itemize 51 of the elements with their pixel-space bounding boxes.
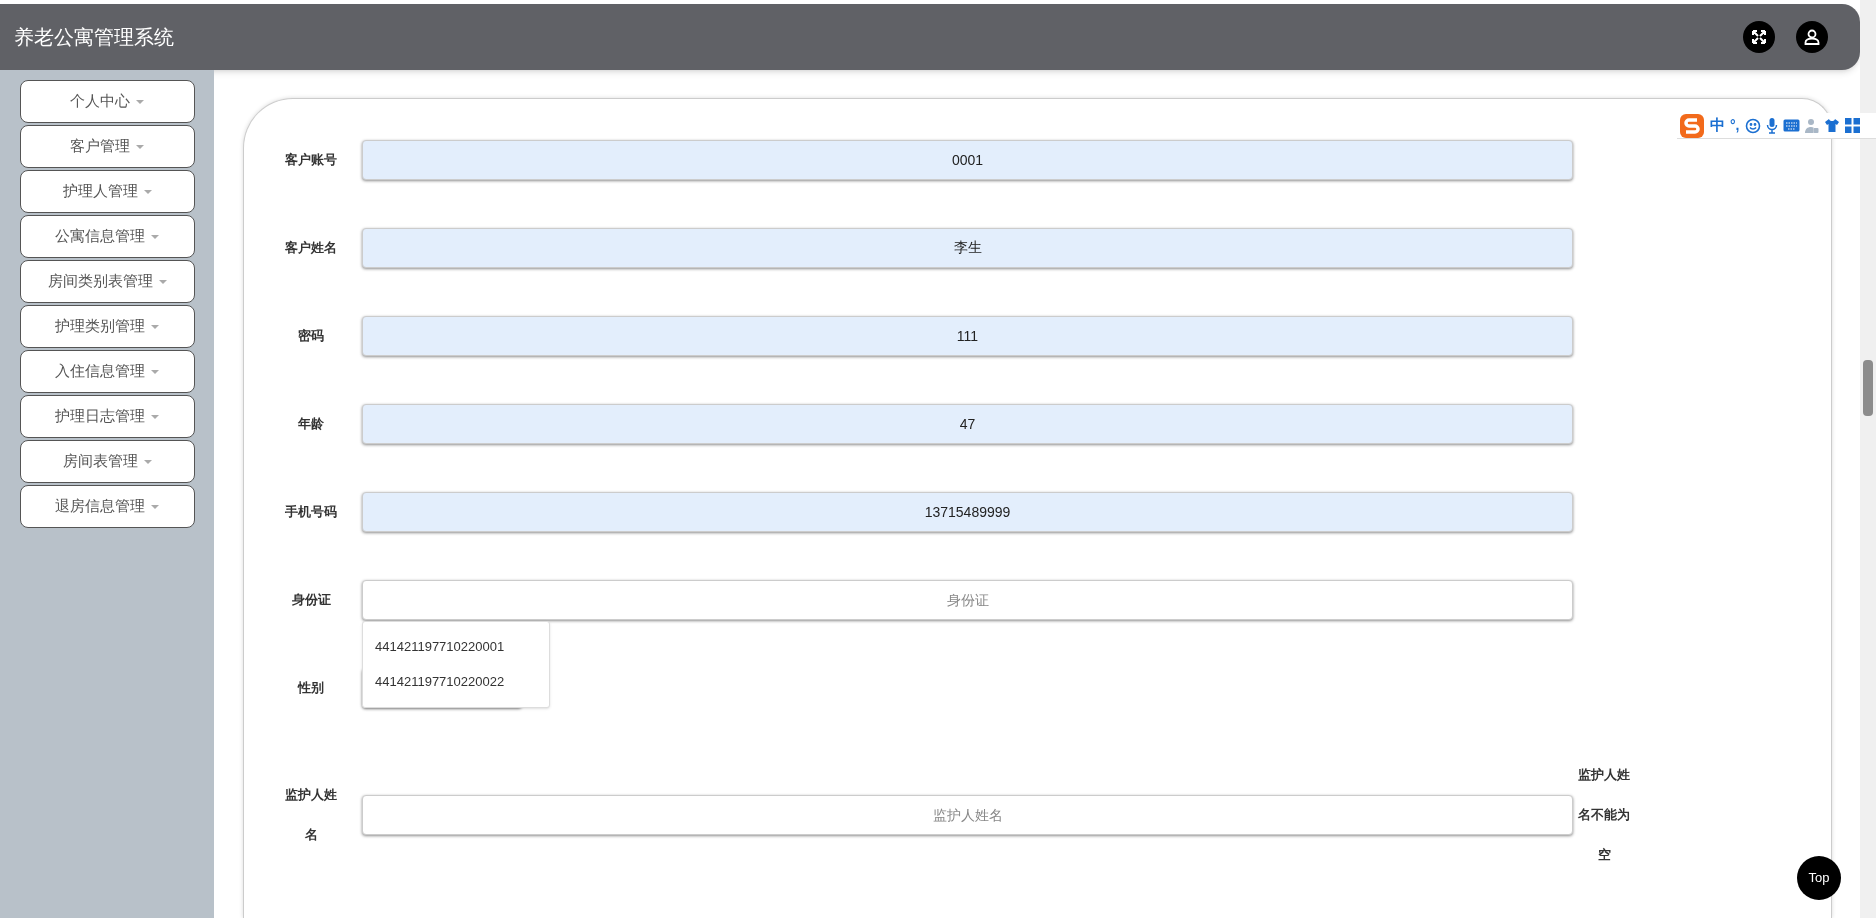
- field-label: 手机号码: [284, 503, 338, 521]
- sidebar-menu-button[interactable]: 护理人管理: [19, 170, 195, 213]
- keyboard-icon[interactable]: [1782, 119, 1800, 132]
- caret-icon: [151, 504, 159, 509]
- sidebar-menu-button[interactable]: 入住信息管理: [19, 350, 195, 393]
- input-field[interactable]: 111: [362, 316, 1573, 356]
- autocomplete-option[interactable]: 441421197710220022: [375, 672, 505, 692]
- field-label: 客户姓名: [284, 239, 338, 257]
- sidebar-menu-button[interactable]: 房间表管理: [19, 440, 195, 483]
- autocomplete-option[interactable]: 441421197710220001: [375, 637, 505, 657]
- ime-punctuation-toggle[interactable]: °,: [1730, 115, 1740, 136]
- scrollbar-thumb[interactable]: [1863, 360, 1873, 416]
- microphone-icon[interactable]: [1765, 117, 1778, 134]
- sidebar-menu-button[interactable]: 退房信息管理: [19, 485, 195, 528]
- field-label: 密码: [297, 327, 325, 345]
- grid-icon[interactable]: [1844, 118, 1860, 133]
- input-field[interactable]: 李生: [362, 228, 1573, 268]
- ime-logo-icon[interactable]: [1679, 112, 1705, 139]
- sidebar-menu-button[interactable]: 护理日志管理: [19, 395, 195, 438]
- sidebar-menu-button[interactable]: 公寓信息管理: [19, 215, 195, 258]
- caret-icon: [151, 324, 159, 329]
- input-field[interactable]: 47: [362, 404, 1573, 444]
- caret-icon: [151, 234, 159, 239]
- sidebar-menu-button[interactable]: 个人中心: [19, 80, 195, 123]
- sidebar-menu-button[interactable]: 护理类别管理: [19, 305, 195, 348]
- caret-icon: [151, 369, 159, 374]
- shirt-icon[interactable]: [1823, 118, 1840, 133]
- sidebar-menu-button[interactable]: 客户管理: [19, 125, 195, 168]
- sidebar-menu-button[interactable]: 房间类别表管理: [19, 260, 195, 303]
- app-title: 养老公寓管理系统: [14, 25, 174, 50]
- caret-icon: [136, 99, 144, 104]
- caret-icon: [143, 459, 152, 464]
- field-label: 监护人姓名: [284, 786, 338, 844]
- fullscreen-icon[interactable]: [1743, 21, 1775, 53]
- input-field[interactable]: 身份证: [362, 580, 1573, 620]
- field-label: 年龄: [297, 415, 325, 433]
- caret-icon: [143, 189, 152, 194]
- smiley-icon[interactable]: [1744, 117, 1761, 134]
- scrollbar[interactable]: [1860, 0, 1876, 918]
- caret-icon: [136, 144, 144, 149]
- user-icon[interactable]: [1796, 21, 1828, 53]
- field-label: 性别: [296, 679, 325, 697]
- error-message: 监护人姓名不能为空: [1577, 766, 1631, 864]
- field-label: 客户账号: [284, 151, 338, 169]
- caret-icon: [151, 414, 159, 419]
- caret-icon: [158, 279, 167, 284]
- ime-language-toggle[interactable]: 中: [1710, 114, 1725, 137]
- input-field[interactable]: 监护人姓名: [362, 795, 1573, 835]
- field-label: 身份证: [290, 591, 332, 609]
- input-field[interactable]: 0001: [362, 140, 1573, 180]
- input-field[interactable]: 13715489999: [362, 492, 1573, 532]
